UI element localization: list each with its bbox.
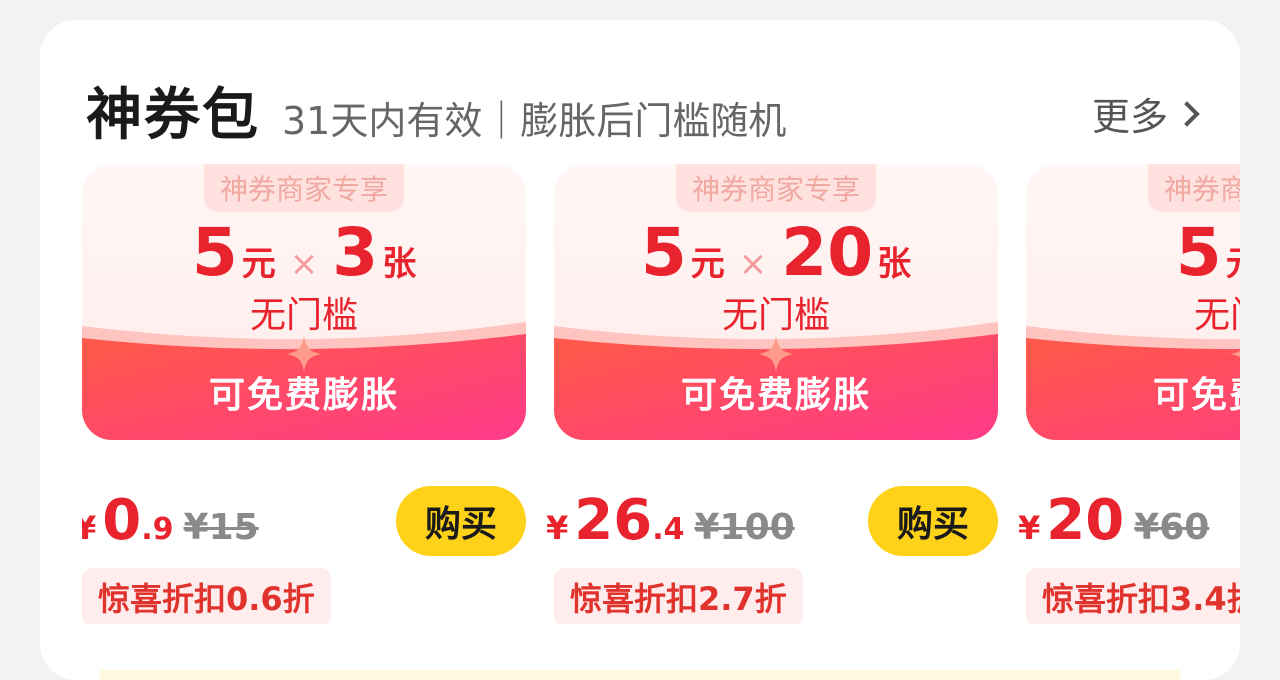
discount-badge: 惊喜折扣0.6折 [82,568,331,624]
price-integer: 0 [102,488,142,553]
more-link[interactable]: 更多 [1091,86,1200,141]
coupon-item: 神券商家专享 5 元 × 3 张 无门槛 可免费膨胀 ¥ 0 .9 ¥15 购买… [82,164,526,624]
currency-symbol: ¥ [82,509,97,547]
merchant-tag: 神券商家专享 [203,164,405,212]
inflate-cta-label: 可免费膨胀 [208,375,399,416]
original-price: ¥100 [694,507,795,548]
price-block: ¥ 26.4 ¥100 [546,488,795,553]
coupon-amount: 5 元 × 20 张 [554,214,998,291]
coupon-value: 5 [1175,214,1222,291]
inflate-cta-label: 可免费膨胀 [680,375,871,416]
coupon-list[interactable]: 神券商家专享 5 元 × 3 张 无门槛 可免费膨胀 ¥ 0 .9 ¥15 购买… [82,164,1240,624]
currency-symbol: ¥ [1018,509,1041,547]
more-label: 更多 [1091,95,1168,139]
price-block: ¥ 0.9 ¥15 [82,488,259,553]
coupon-card[interactable]: 神券商家专享 5 元 × 20 张 无门槛 可免费膨胀 [554,164,998,440]
buy-button[interactable]: 购买 [396,486,526,556]
discount-badge: 惊喜折扣2.7折 [554,568,803,624]
price-integer: 26 [574,488,653,553]
coupon-value: 5 [640,214,687,291]
section-title: 神券包 [86,83,260,148]
coupon-amount: 5 元 × 3 张 [82,214,526,291]
original-price: ¥60 [1134,507,1210,548]
coupon-card[interactable]: 神券商家专享 5元× 无门槛 [1026,164,1240,440]
price-decimal: .9 [141,512,174,547]
discount-badge: 惊喜折扣3.4折 [1026,568,1240,624]
coupon-count-unit: 张 [382,244,417,284]
bottom-banner-edge [100,670,1180,680]
coupon-count: 3 [332,214,379,291]
chevron-right-icon [1174,100,1200,127]
inflate-cta-label: 可免费膨胀 [1152,375,1240,416]
section-header: 神券包 31天内有效｜膨胀后门槛随机 [86,70,786,148]
coupon-value-unit: 元 [690,244,725,284]
price-block: ¥ 20 ¥60 [1018,488,1210,553]
merchant-tag: 神券商家专享 [675,164,877,212]
buy-button[interactable]: 购买 [868,486,998,556]
coupon-card[interactable]: 神券商家专享 5 元 × 3 张 无门槛 可免费膨胀 [82,164,526,440]
coupon-count-unit: 张 [877,244,912,284]
coupon-item: 神券商家专享 5元× 无门槛 [1018,164,1240,624]
times-icon: × [738,244,768,284]
times-icon: × [289,244,319,284]
coupon-count: 20 [781,214,874,291]
coupon-value: 5 [191,214,238,291]
coupon-amount: 5元× [1026,214,1240,291]
original-price: ¥15 [183,507,259,548]
price-integer: 20 [1046,488,1125,553]
coupon-value-unit: 元 [241,244,276,284]
coupon-value-unit: 元 [1226,244,1240,284]
coupon-item: 神券商家专享 5 元 × 20 张 无门槛 可免费膨胀 ¥ 26 .4 ¥100… [546,164,998,624]
section-subtitle: 31天内有效｜膨胀后门槛随机 [282,99,787,143]
coupon-pack-panel: 神券包 31天内有效｜膨胀后门槛随机 更多 神券商家专享 5 元 × 3 张 无门槛 [40,20,1240,680]
currency-symbol: ¥ [546,509,569,547]
merchant-tag: 神券商家专享 [1147,164,1240,212]
price-decimal: .4 [652,512,685,547]
